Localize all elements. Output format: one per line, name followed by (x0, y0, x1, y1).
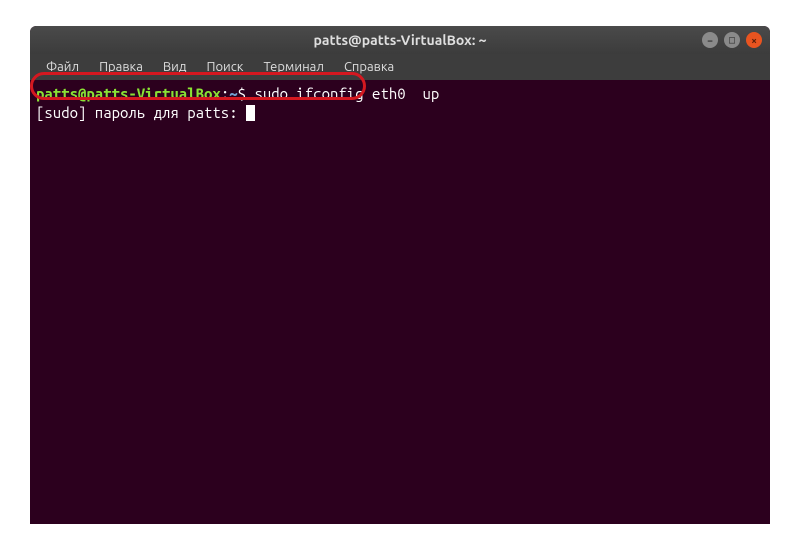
menu-terminal[interactable]: Терминал (255, 57, 331, 77)
menu-bar: Файл Правка Вид Поиск Терминал Справка (30, 54, 770, 80)
terminal-line-2: [sudo] пароль для patts: (36, 103, 764, 122)
menu-edit[interactable]: Правка (91, 57, 151, 77)
sudo-prompt: [sudo] пароль для patts: (36, 104, 246, 121)
prompt-dollar: $ (238, 85, 246, 102)
window-title: patts@patts-VirtualBox: ~ (314, 32, 487, 48)
menu-view[interactable]: Вид (155, 57, 195, 77)
terminal-window: patts@patts-VirtualBox: ~ − □ × Файл Пра… (30, 26, 770, 524)
prompt-path: ~ (229, 85, 237, 102)
prompt-user: patts@patts-VirtualBox (36, 85, 221, 102)
maximize-button[interactable]: □ (724, 32, 740, 48)
window-controls: − □ × (702, 32, 762, 48)
minimize-button[interactable]: − (702, 32, 718, 48)
menu-file[interactable]: Файл (38, 57, 87, 77)
menu-help[interactable]: Справка (336, 57, 402, 77)
title-bar: patts@patts-VirtualBox: ~ − □ × (30, 26, 770, 54)
close-button[interactable]: × (746, 32, 762, 48)
terminal-line-1: patts@patts-VirtualBox:~$ sudo ifconfig … (36, 84, 764, 103)
command: sudo ifconfig eth0 up (254, 85, 439, 102)
prompt-sep: : (221, 85, 229, 102)
terminal-body[interactable]: patts@patts-VirtualBox:~$ sudo ifconfig … (30, 80, 770, 126)
menu-search[interactable]: Поиск (198, 57, 251, 77)
cursor-icon (246, 105, 255, 121)
